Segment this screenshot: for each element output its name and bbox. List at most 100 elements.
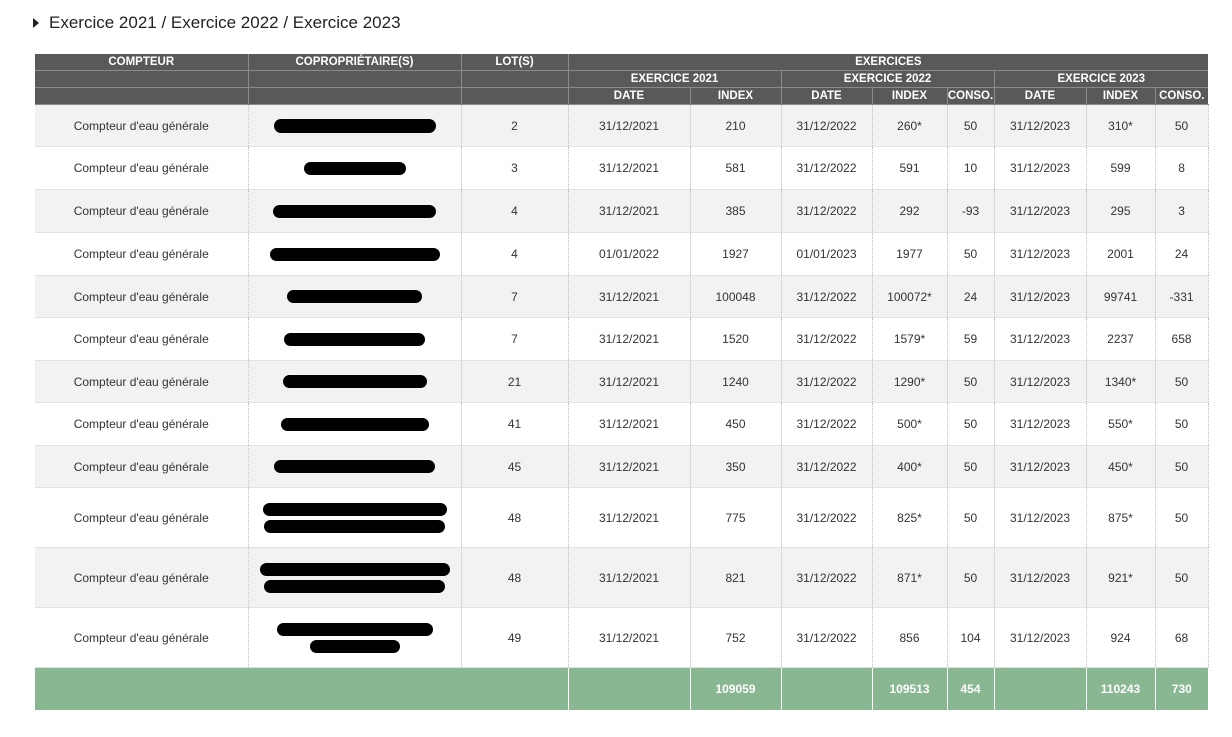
redaction-mark (284, 332, 425, 346)
header-index-2022: INDEX (872, 87, 948, 105)
cell-index-2023: 875* (1086, 487, 1156, 548)
table-row: Compteur d'eau générale 41 31/12/2021 450 31… (35, 402, 1209, 446)
table-row: Compteur d'eau générale 7 31/12/2021 1520 31… (35, 317, 1209, 361)
cell-index-2021: 350 (690, 445, 782, 488)
section-title: Exercice 2021 / Exercice 2022 / Exercice… (49, 13, 401, 32)
cell-date-2022: 31/12/2022 (781, 189, 873, 233)
cell-date-2022: 31/12/2022 (781, 547, 873, 608)
cell-date-2021: 31/12/2021 (568, 402, 691, 446)
cell-date-2022: 31/12/2022 (781, 146, 873, 190)
redaction-mark (276, 622, 433, 636)
cell-index-2023: 295 (1086, 189, 1156, 233)
cell-compteur: Compteur d'eau générale (35, 445, 249, 488)
cell-conso-2023: 68 (1155, 607, 1209, 668)
cell-date-2023: 31/12/2023 (994, 317, 1087, 361)
section-toggle[interactable]: Exercice 2021 / Exercice 2022 / Exercice… (33, 10, 401, 36)
cell-date-2021: 01/01/2022 (568, 232, 691, 276)
redaction-mark (262, 502, 447, 516)
total-conso-2022: 454 (947, 667, 995, 710)
redaction-mark (280, 417, 429, 431)
cell-date-2021: 31/12/2021 (568, 104, 691, 147)
cell-lot: 3 (461, 146, 569, 190)
cell-index-2022: 260* (872, 104, 948, 147)
cell-index-2022: 100072* (872, 275, 948, 318)
cell-index-2021: 1240 (690, 360, 782, 403)
table-row: Compteur d'eau générale 4 31/12/2021 385 31/… (35, 189, 1209, 233)
cell-index-2021: 821 (690, 547, 782, 608)
table-row: Compteur d'eau générale 48 31/12/2021 775 31… (35, 487, 1209, 548)
cell-compteur: Compteur d'eau générale (35, 402, 249, 446)
cell-index-2021: 752 (690, 607, 782, 668)
owner-redacted (248, 189, 462, 233)
cell-conso-2023: -331 (1155, 275, 1209, 318)
header-coproprietaires: COPROPRIÉTAIRE(S) (248, 54, 462, 71)
cell-conso-2022: 50 (947, 360, 995, 403)
cell-lot: 45 (461, 445, 569, 488)
cell-index-2022: 1290* (872, 360, 948, 403)
cell-conso-2023: 24 (1155, 232, 1209, 276)
redaction-mark (287, 290, 422, 303)
owner-redacted (248, 487, 462, 548)
cell-conso-2022: 104 (947, 607, 995, 668)
header-conso-2022: CONSO. (947, 87, 995, 105)
cell-index-2021: 1927 (690, 232, 782, 276)
cell-index-2022: 400* (872, 445, 948, 488)
total-index-2022: 109513 (872, 667, 948, 710)
cell-date-2022: 31/12/2022 (781, 402, 873, 446)
total-conso-2023: 730 (1155, 667, 1209, 710)
cell-compteur: Compteur d'eau générale (35, 104, 249, 147)
cell-date-2021: 31/12/2021 (568, 487, 691, 548)
cell-index-2023: 921* (1086, 547, 1156, 608)
header-exercice-2022: EXERCICE 2022 (781, 70, 995, 88)
header-index-2021: INDEX (690, 87, 782, 105)
cell-conso-2023: 50 (1155, 402, 1209, 446)
total-index-2023: 110243 (1086, 667, 1156, 710)
cell-lot: 21 (461, 360, 569, 403)
cell-index-2021: 1520 (690, 317, 782, 361)
cell-date-2022: 31/12/2022 (781, 360, 873, 403)
cell-index-2022: 871* (872, 547, 948, 608)
cell-index-2022: 825* (872, 487, 948, 548)
cell-index-2021: 450 (690, 402, 782, 446)
cell-conso-2023: 50 (1155, 104, 1209, 147)
cell-index-2022: 500* (872, 402, 948, 446)
owner-redacted (248, 275, 462, 318)
water-meter-table: COMPTEUR COPROPRIÉTAIRE(S) LOT(S) EXERCI… (35, 54, 1209, 710)
cell-conso-2022: 50 (947, 402, 995, 446)
owner-redacted (248, 232, 462, 276)
total-index-2021: 109059 (690, 667, 782, 710)
cell-index-2021: 385 (690, 189, 782, 233)
cell-lot: 4 (461, 232, 569, 276)
cell-lot: 49 (461, 607, 569, 668)
cell-compteur: Compteur d'eau générale (35, 232, 249, 276)
cell-index-2023: 924 (1086, 607, 1156, 668)
cell-conso-2023: 8 (1155, 146, 1209, 190)
owner-redacted (248, 607, 462, 668)
header-date-2021: DATE (568, 87, 691, 105)
header-date-2022: DATE (781, 87, 873, 105)
cell-index-2023: 2001 (1086, 232, 1156, 276)
cell-index-2021: 100048 (690, 275, 782, 318)
cell-lot: 41 (461, 402, 569, 446)
cell-index-2022: 591 (872, 146, 948, 190)
cell-index-2023: 550* (1086, 402, 1156, 446)
cell-conso-2022: 50 (947, 104, 995, 147)
cell-conso-2023: 50 (1155, 547, 1209, 608)
cell-conso-2023: 50 (1155, 487, 1209, 548)
redaction-mark (264, 579, 445, 593)
cell-index-2023: 599 (1086, 146, 1156, 190)
redaction-mark (264, 519, 445, 533)
cell-conso-2022: 50 (947, 547, 995, 608)
owner-redacted (248, 547, 462, 608)
header-compteur: COMPTEUR (35, 54, 249, 71)
cell-date-2023: 31/12/2023 (994, 146, 1087, 190)
cell-date-2021: 31/12/2021 (568, 146, 691, 190)
cell-date-2022: 31/12/2022 (781, 487, 873, 548)
header-exercice-2023: EXERCICE 2023 (994, 70, 1209, 88)
cell-compteur: Compteur d'eau générale (35, 275, 249, 318)
cell-date-2021: 31/12/2021 (568, 317, 691, 361)
totals-row: 109059 109513 454 110243 730 (35, 667, 1209, 710)
cell-compteur: Compteur d'eau générale (35, 607, 249, 668)
cell-compteur: Compteur d'eau générale (35, 189, 249, 233)
cell-date-2023: 31/12/2023 (994, 487, 1087, 548)
